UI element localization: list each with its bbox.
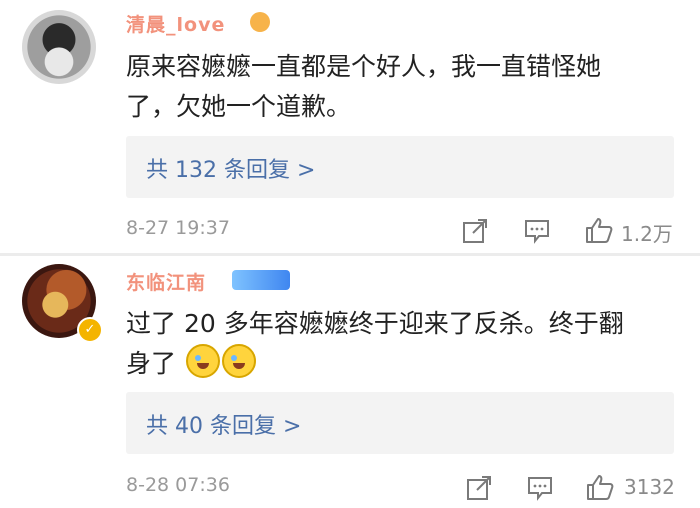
vip-badge-icon [232, 270, 290, 290]
comment-text-line: 身了 [126, 349, 177, 378]
thumbs-up-icon[interactable] [585, 216, 613, 244]
comment-text: 过了 20 多年容嬷嬷终于迎来了反杀。终于翻 身了 [126, 304, 666, 384]
comment-text-line: 了，欠她一个道歉。 [126, 92, 352, 121]
comment-text: 原来容嬷嬷一直都是个好人，我一直错怪她 了，欠她一个道歉。 [126, 47, 666, 127]
timestamp: 8-27 19:37 [126, 217, 230, 239]
view-replies-link[interactable]: 共 40 条回复 > [146, 408, 301, 440]
comment-icon[interactable] [527, 475, 553, 501]
crying-laughing-emoji-icon [221, 344, 256, 378]
crying-laughing-emoji-icon [185, 344, 220, 378]
crown-icon [250, 12, 270, 32]
username[interactable]: 东临江南 [126, 268, 206, 295]
like-count: 1.2万 [621, 222, 673, 246]
comment-text-line: 过了 20 多年容嬷嬷终于迎来了反杀。终于翻 [126, 309, 624, 338]
like-count: 3132 [624, 475, 675, 499]
replies-box[interactable]: 共 40 条回复 > [126, 392, 674, 454]
comment-icon[interactable] [524, 218, 550, 244]
timestamp: 8-28 07:36 [126, 474, 230, 496]
share-icon[interactable] [462, 218, 488, 244]
thumbs-up-icon[interactable] [586, 473, 614, 501]
comment-item: 清晨_love 原来容嬷嬷一直都是个好人，我一直错怪她 了，欠她一个道歉。 共 … [0, 0, 700, 253]
avatar[interactable] [22, 10, 96, 84]
verified-badge-icon: ✓ [77, 317, 103, 343]
share-icon[interactable] [466, 475, 492, 501]
comment-text-line: 原来容嬷嬷一直都是个好人，我一直错怪她 [126, 52, 602, 81]
username[interactable]: 清晨_love [126, 10, 225, 37]
replies-box[interactable]: 共 132 条回复 > [126, 136, 674, 198]
view-replies-link[interactable]: 共 132 条回复 > [146, 152, 315, 184]
